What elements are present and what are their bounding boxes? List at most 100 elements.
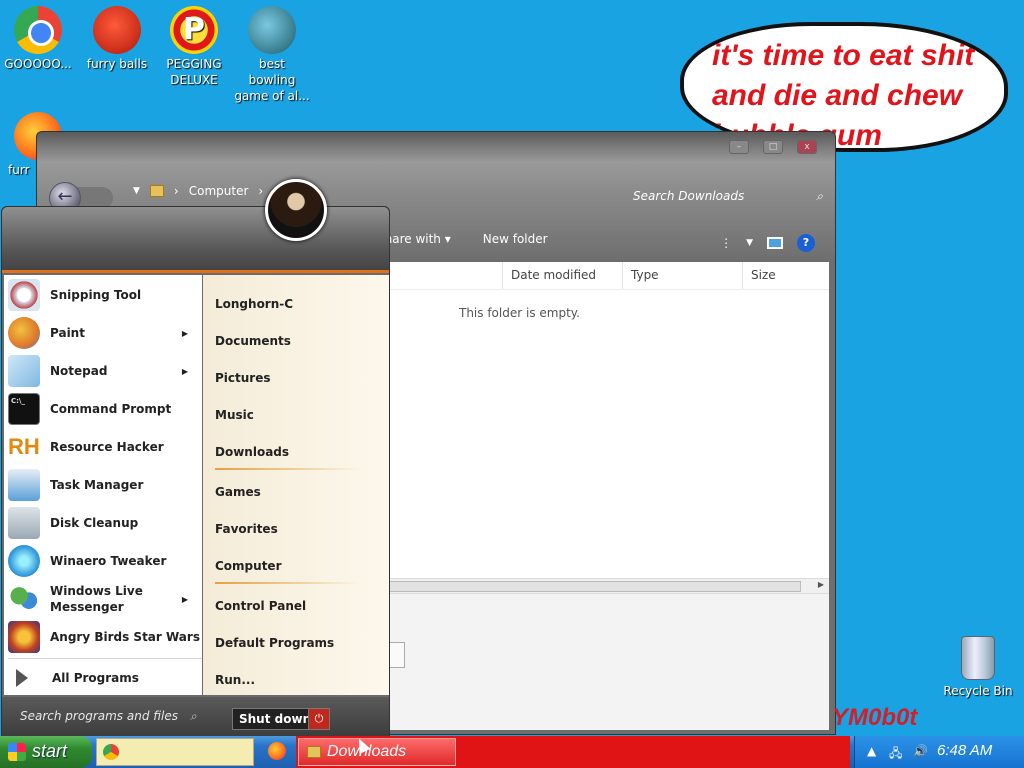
chevron-down-icon[interactable]: ▼ bbox=[746, 238, 753, 248]
desktop-icon-pegging-deluxe[interactable]: P PEGGING DELUXE bbox=[156, 6, 232, 88]
firefox-icon[interactable] bbox=[268, 742, 286, 760]
messenger-icon bbox=[8, 583, 40, 615]
new-folder-button[interactable]: New folder bbox=[483, 232, 548, 246]
clock[interactable]: 6:48 AM bbox=[937, 742, 992, 759]
program-paint[interactable]: Paint ▶ bbox=[8, 315, 202, 351]
show-hidden-icons-icon[interactable]: ▲ bbox=[867, 744, 876, 758]
search-downloads-input[interactable]: Search Downloads ⌕ bbox=[633, 184, 823, 208]
breadcrumb-separator: › bbox=[258, 184, 264, 198]
task-manager-icon bbox=[8, 469, 40, 501]
place-pictures[interactable]: Pictures bbox=[215, 371, 271, 385]
address-bar[interactable]: ▼ › Computer › bbox=[133, 184, 263, 198]
arrow-left-icon: ← bbox=[57, 186, 73, 207]
program-label: Angry Birds Star Wars bbox=[50, 630, 200, 644]
close-button[interactable]: x bbox=[797, 140, 817, 154]
power-icon[interactable]: ⏻ bbox=[308, 708, 330, 730]
shut-down-button[interactable]: Shut down bbox=[232, 708, 319, 730]
angry-birds-icon bbox=[8, 621, 40, 653]
desktop-icon-bowling[interactable]: best bowling game of al... bbox=[234, 6, 310, 104]
place-computer[interactable]: Computer bbox=[215, 559, 281, 573]
desktop-icon-label: best bowling game of al... bbox=[234, 57, 310, 103]
breadcrumb-computer[interactable]: Computer bbox=[189, 184, 249, 198]
column-type[interactable]: Type bbox=[623, 262, 743, 289]
maximize-button[interactable]: □ bbox=[763, 140, 783, 154]
place-downloads[interactable]: Downloads bbox=[215, 445, 289, 459]
place-documents[interactable]: Documents bbox=[215, 334, 291, 348]
program-windows-live-messenger[interactable]: Windows Live Messenger ▶ bbox=[8, 581, 202, 617]
start-menu-places: Longhorn-C Documents Pictures Music Down… bbox=[203, 275, 389, 695]
horizontal-scrollbar[interactable]: ▶ bbox=[387, 578, 829, 594]
taskbar-button-chrome[interactable] bbox=[96, 738, 254, 766]
desktop-icon-label: PEGGING DELUXE bbox=[166, 57, 222, 87]
command-prompt-icon: C:\_ bbox=[8, 393, 40, 425]
place-run[interactable]: Run... bbox=[215, 673, 255, 687]
taskbar-button-downloads[interactable]: Downloads bbox=[298, 738, 456, 766]
column-headers: Date modified Type Size bbox=[387, 262, 829, 290]
window-controls: – □ x bbox=[729, 140, 817, 154]
start-menu-footer: Search programs and files ⌕ Shut down ⏻ bbox=[2, 697, 389, 737]
bowling-game-icon bbox=[248, 6, 296, 54]
empty-folder-message: This folder is empty. bbox=[459, 306, 580, 320]
folder-icon bbox=[307, 746, 321, 758]
column-name[interactable] bbox=[387, 262, 503, 289]
user-avatar[interactable] bbox=[265, 179, 327, 241]
details-pane bbox=[387, 594, 829, 730]
chrome-icon bbox=[103, 744, 119, 760]
start-button[interactable]: start bbox=[0, 736, 92, 768]
search-placeholder: Search programs and files bbox=[20, 709, 178, 723]
desktop-icon-furry-balls[interactable]: furry balls bbox=[79, 6, 155, 72]
search-programs-input[interactable]: Search programs and files ⌕ bbox=[20, 709, 197, 724]
program-angry-birds-star-wars[interactable]: Angry Birds Star Wars bbox=[8, 619, 202, 655]
desktop-icon-recycle-bin[interactable]: Recycle Bin bbox=[940, 636, 1016, 698]
search-icon: ⌕ bbox=[816, 189, 823, 203]
minimize-button[interactable]: – bbox=[729, 140, 749, 154]
program-label: Task Manager bbox=[50, 478, 144, 492]
program-disk-cleanup[interactable]: Disk Cleanup bbox=[8, 505, 202, 541]
winaero-tweaker-icon bbox=[8, 545, 40, 577]
program-label: Command Prompt bbox=[50, 402, 172, 416]
breadcrumb-separator: › bbox=[173, 184, 179, 198]
column-date-modified[interactable]: Date modified bbox=[503, 262, 623, 289]
view-controls: ⋮ ▼ ? bbox=[720, 234, 815, 252]
network-icon[interactable]: 🖧 bbox=[889, 744, 902, 765]
program-label: Notepad bbox=[50, 364, 108, 378]
snipping-tool-icon bbox=[8, 279, 40, 311]
program-label: Disk Cleanup bbox=[50, 516, 139, 530]
place-games[interactable]: Games bbox=[215, 485, 261, 499]
start-menu[interactable]: Snipping Tool Paint ▶ Notepad ▶ C:\_ Com… bbox=[1, 179, 390, 738]
place-longhorn-c[interactable]: Longhorn-C bbox=[215, 297, 293, 311]
search-icon: ⌕ bbox=[189, 709, 197, 723]
program-command-prompt[interactable]: C:\_ Command Prompt bbox=[8, 391, 202, 427]
program-label: Resource Hacker bbox=[50, 440, 164, 454]
chevron-down-icon[interactable]: ▼ bbox=[133, 186, 140, 196]
place-favorites[interactable]: Favorites bbox=[215, 522, 278, 536]
column-size[interactable]: Size bbox=[743, 262, 823, 289]
program-notepad[interactable]: Notepad ▶ bbox=[8, 353, 202, 389]
desktop-graffiti: YM0b0t bbox=[832, 704, 918, 731]
place-control-panel[interactable]: Control Panel bbox=[215, 599, 306, 613]
desktop-icon-chrome[interactable]: GOOOOO... bbox=[0, 6, 76, 72]
preview-pane-icon[interactable] bbox=[767, 237, 783, 249]
view-options-icon[interactable]: ⋮ bbox=[720, 236, 732, 250]
program-resource-hacker[interactable]: RH Resource Hacker bbox=[8, 429, 202, 465]
program-label: Paint bbox=[50, 326, 85, 340]
pegging-icon: P bbox=[170, 6, 218, 54]
file-list[interactable]: Date modified Type Size This folder is e… bbox=[387, 262, 829, 730]
taskbar: start Downloads ▲ 🖧 🔊 6:48 AM bbox=[0, 736, 1024, 768]
scrollbar-thumb[interactable] bbox=[387, 581, 801, 592]
volume-icon[interactable]: 🔊 bbox=[913, 744, 928, 758]
all-programs-label: All Programs bbox=[52, 671, 139, 685]
all-programs-button[interactable]: All Programs bbox=[8, 661, 202, 695]
place-default-programs[interactable]: Default Programs bbox=[215, 636, 334, 650]
help-icon[interactable]: ? bbox=[797, 234, 815, 252]
desktop-icon-label: furry balls bbox=[86, 57, 148, 71]
scroll-right-icon[interactable]: ▶ bbox=[815, 580, 827, 593]
place-music[interactable]: Music bbox=[215, 408, 254, 422]
furry-balls-icon bbox=[93, 6, 141, 54]
play-arrow-icon bbox=[16, 669, 28, 687]
disk-cleanup-icon bbox=[8, 507, 40, 539]
program-winaero-tweaker[interactable]: Winaero Tweaker bbox=[8, 543, 202, 579]
program-snipping-tool[interactable]: Snipping Tool bbox=[8, 277, 202, 313]
start-menu-header bbox=[2, 207, 389, 273]
program-task-manager[interactable]: Task Manager bbox=[8, 467, 202, 503]
